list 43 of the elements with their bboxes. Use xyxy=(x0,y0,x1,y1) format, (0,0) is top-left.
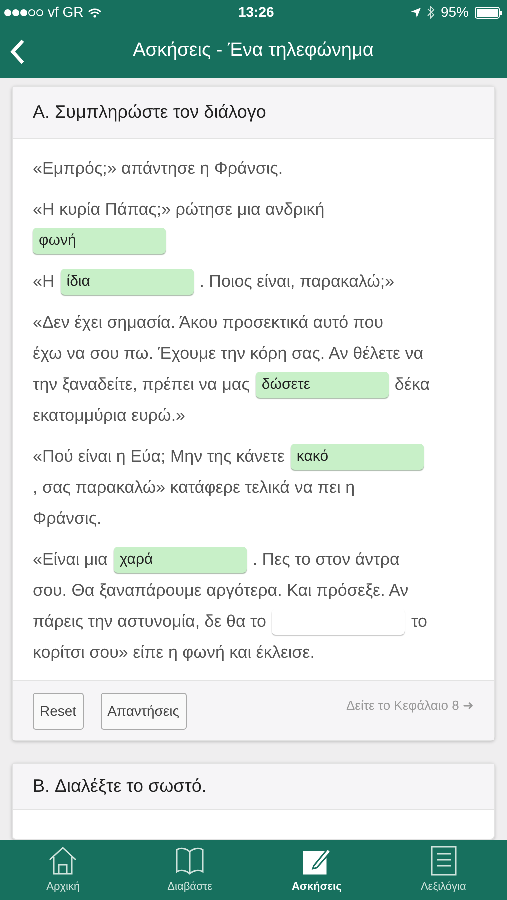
tab[interactable]: Ασκήσεις xyxy=(254,840,380,900)
carrier-text: vf GR xyxy=(48,3,84,22)
passage-text: «Η κυρία Πάπας;» ρώτησε μια ανδρική xyxy=(33,199,325,221)
passage-text: «Η xyxy=(33,271,55,293)
section-title: A. Συμπληρώστε τον διάλογο xyxy=(33,101,266,124)
passage-text: «Δεν έχει σημασία. Άκου προσεκτικά αυτό που xyxy=(33,312,384,334)
battery-icon xyxy=(475,6,503,18)
passage-text: «Είναι μια xyxy=(33,549,108,571)
passage-text: το xyxy=(411,611,428,633)
passage-text: «Πού είναι η Εύα; Μην της κάνετε xyxy=(33,446,285,468)
passage-text: κορίτσι σου» είπε η φωνή και έκλεισε. xyxy=(33,642,315,664)
reset-button[interactable]: Reset xyxy=(33,693,84,730)
passage-text: , σας παρακαλώ» κατάφερε τελικά να πει η xyxy=(33,477,356,499)
wifi-icon xyxy=(88,8,102,18)
battery-text: 95% xyxy=(440,3,469,22)
answer-field[interactable]: ίδια xyxy=(60,268,194,294)
answer-field[interactable]: φωνή xyxy=(33,228,166,254)
answer-field[interactable]: κακό xyxy=(290,444,424,470)
answer-field[interactable] xyxy=(272,608,406,634)
passage-text: . Πες το στον άντρα xyxy=(252,549,400,571)
answer-field[interactable]: χαρά xyxy=(114,546,247,572)
passage-text: Φράνσις. xyxy=(33,508,102,530)
passage-text: δέκα xyxy=(394,374,430,396)
bluetooth-icon xyxy=(426,6,435,19)
back-icon xyxy=(10,38,26,64)
passage-text: την ξαναδείτε, πρέπει να μας xyxy=(33,374,250,396)
location-icon xyxy=(410,8,421,18)
passage-text: . Ποιος είναι, παρακαλώ;» xyxy=(200,271,395,293)
answers-button[interactable]: Απαντήσεις xyxy=(100,693,187,730)
passage-text: πάρεις την αστυνομία, δε θα το xyxy=(33,611,266,633)
passage-text: «Εμπρός;» απάντησε η Φράνσις. xyxy=(33,158,284,180)
passage-text: σου. Θα ξαναπάρουμε αργότερα. Και πρόσεξε. Αν xyxy=(33,580,409,602)
passage-text: εκατομμύρια ευρώ.» xyxy=(33,405,186,427)
answer-field[interactable]: δώσετε xyxy=(256,372,389,398)
tab[interactable]: Αρχική xyxy=(0,840,127,900)
section-title: B. Διαλέξτε το σωστό. xyxy=(33,775,207,798)
tab[interactable]: Διαβάστε xyxy=(126,840,254,900)
screen-title: Ασκήσεις - Ένα τηλεφώνημα xyxy=(133,39,374,64)
signal-icon xyxy=(4,8,44,16)
clock-text: 13:26 xyxy=(238,3,274,22)
passage-text: έχω να σου πω. Έχουμε την κόρη σας. Αν θέλετε να xyxy=(33,343,424,365)
house-icon xyxy=(47,844,80,877)
tab[interactable]: Λεξιλόγια xyxy=(380,840,507,900)
